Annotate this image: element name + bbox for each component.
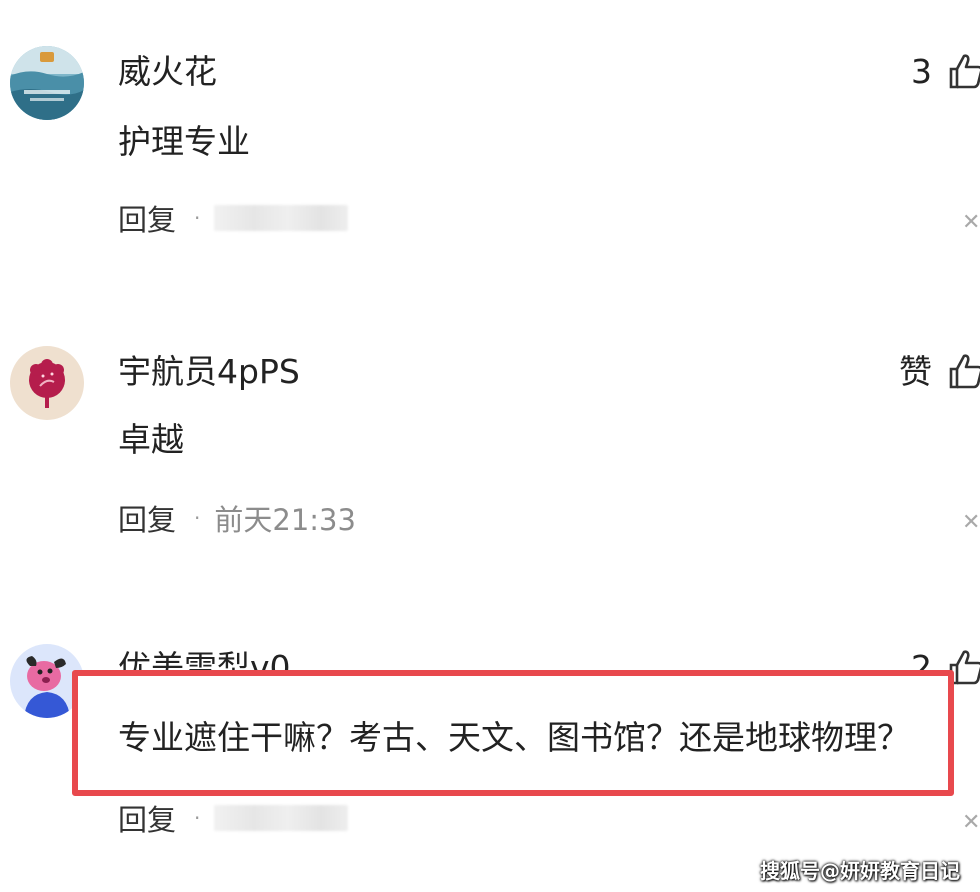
comment-text: 护理专业 bbox=[118, 122, 250, 161]
like-label[interactable]: 赞 bbox=[899, 352, 932, 392]
close-icon[interactable]: ✕ bbox=[962, 512, 980, 534]
username[interactable]: 宇航员4pPS bbox=[118, 352, 300, 392]
ocean-landscape-avatar-icon bbox=[10, 46, 84, 120]
reply-row: 回复 · 前天21:33 bbox=[118, 498, 356, 538]
comment-item: 宇航员4pPS 赞 卓越 回复 · 前天21:33 ✕ bbox=[0, 300, 980, 580]
avatar[interactable] bbox=[10, 46, 84, 120]
reply-button[interactable]: 回复 bbox=[118, 497, 176, 539]
separator-dot: · bbox=[194, 206, 201, 230]
reply-row: 回复 · bbox=[118, 197, 349, 239]
comment-text: 专业遮住干嘛？考古、天文、图书馆？还是地球物理？ bbox=[118, 718, 910, 757]
like-count: 3 bbox=[911, 52, 932, 91]
flower-avatar-icon bbox=[10, 346, 84, 420]
reply-row: 回复 · bbox=[118, 797, 349, 839]
reply-button[interactable]: 回复 bbox=[118, 797, 176, 839]
watermark: 搜狐号@妍妍教育日记 bbox=[760, 859, 960, 883]
comment-item: 威火花 3 护理专业 回复 · ✕ bbox=[0, 0, 980, 280]
close-icon[interactable]: ✕ bbox=[962, 812, 980, 834]
comment-list: 威火花 3 护理专业 回复 · ✕ 宇航员4pPS 赞 卓越 回复 · 前天21… bbox=[0, 0, 980, 892]
highlight-annotation-box: 专业遮住干嘛？考古、天文、图书馆？还是地球物理？ bbox=[72, 670, 954, 796]
reply-button[interactable]: 回复 bbox=[118, 197, 176, 239]
blurred-timestamp bbox=[214, 805, 349, 831]
thumbs-up-icon[interactable] bbox=[948, 352, 980, 390]
comment-text: 卓越 bbox=[118, 420, 184, 459]
blurred-timestamp bbox=[214, 205, 349, 231]
separator-dot: · bbox=[194, 806, 201, 830]
close-icon[interactable]: ✕ bbox=[962, 212, 980, 234]
separator-dot: · bbox=[194, 506, 201, 530]
timestamp: 前天21:33 bbox=[214, 503, 356, 537]
thumbs-up-icon[interactable] bbox=[948, 52, 980, 90]
username[interactable]: 威火花 bbox=[118, 52, 217, 92]
avatar[interactable] bbox=[10, 346, 84, 420]
